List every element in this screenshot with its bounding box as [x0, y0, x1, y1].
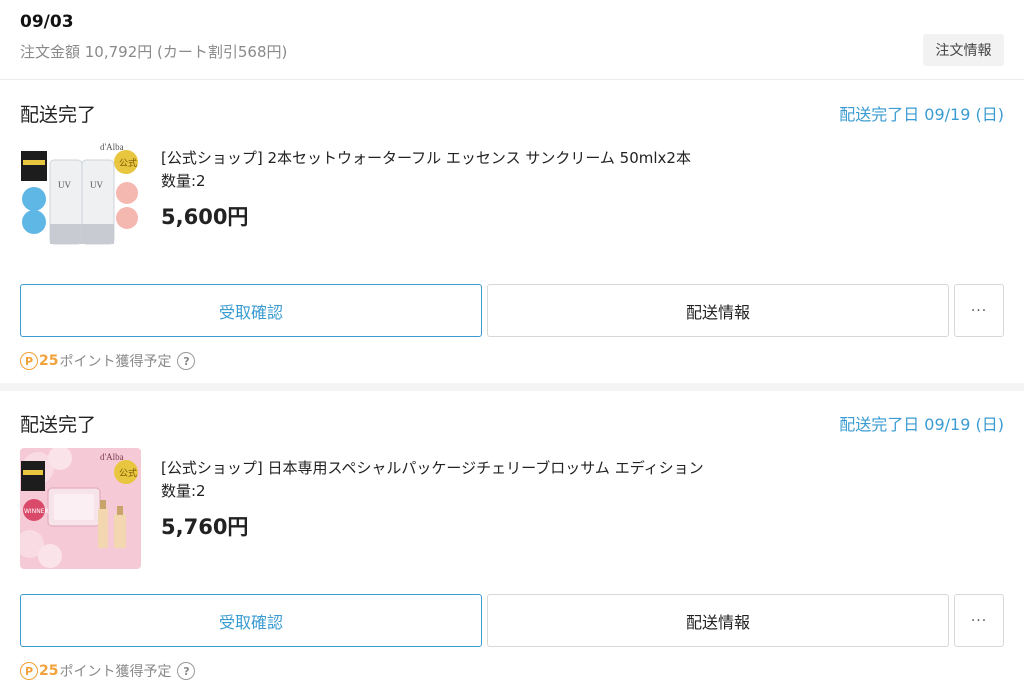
- more-options-button[interactable]: ···: [954, 594, 1004, 647]
- points-value: 25: [39, 353, 59, 369]
- product-quantity: 数量:2: [161, 172, 206, 190]
- points-info: P 25 ポイント獲得予定 ?: [20, 661, 196, 681]
- order-item: 配送完了 配送完了日 09/19 (日) d'Alba 公式 WINNER [公…: [0, 391, 1024, 691]
- more-options-button[interactable]: ···: [954, 284, 1004, 337]
- shipping-info-button[interactable]: 配送情報: [487, 594, 949, 647]
- help-icon[interactable]: ?: [177, 352, 196, 370]
- shipping-info-button[interactable]: 配送情報: [487, 284, 949, 337]
- points-info: P 25 ポイント獲得予定 ?: [20, 351, 196, 371]
- product-image[interactable]: d'Alba UV UV 公式: [20, 138, 141, 259]
- product-name[interactable]: [公式ショップ] 日本専用スペシャルパッケージチェリーブロッサム エディション: [161, 457, 704, 478]
- product-price: 5,760円: [161, 515, 249, 539]
- svg-text:UV: UV: [58, 180, 71, 190]
- product-image[interactable]: d'Alba 公式 WINNER: [20, 448, 141, 569]
- ellipsis-icon: ···: [970, 612, 988, 629]
- points-text: ポイント獲得予定: [59, 354, 172, 370]
- svg-text:d'Alba: d'Alba: [100, 452, 124, 462]
- points-icon: P: [20, 352, 38, 370]
- delivery-date: 配送完了日 09/19 (日): [839, 415, 1004, 434]
- order-header: 09/03 注文金額 10,792円 (カート割引568円) 注文情報: [0, 0, 1024, 80]
- delivery-date: 配送完了日 09/19 (日): [839, 105, 1004, 124]
- points-text: ポイント獲得予定: [59, 664, 172, 680]
- help-icon[interactable]: ?: [177, 662, 196, 680]
- points-icon: P: [20, 662, 38, 680]
- delivery-status: 配送完了: [20, 414, 97, 436]
- order-total: 注文金額 10,792円 (カート割引568円): [20, 43, 288, 61]
- points-value: 25: [39, 663, 59, 679]
- order-item: 配送完了 配送完了日 09/19 (日) d'Alba UV UV 公式 [公式…: [0, 81, 1024, 391]
- product-price: 5,600円: [161, 205, 249, 229]
- product-name[interactable]: [公式ショップ] 2本セットウォーターフル エッセンス サンクリーム 50mlx…: [161, 147, 691, 168]
- svg-text:公式: 公式: [119, 157, 137, 169]
- ellipsis-icon: ···: [970, 302, 988, 319]
- confirm-receipt-button[interactable]: 受取確認: [20, 284, 482, 337]
- order-date: 09/03: [20, 12, 74, 32]
- svg-text:公式: 公式: [119, 467, 137, 479]
- delivery-status: 配送完了: [20, 104, 97, 126]
- product-quantity: 数量:2: [161, 482, 206, 500]
- svg-text:WINNER: WINNER: [24, 508, 49, 515]
- thumb-brand-text: d'Alba: [100, 142, 124, 152]
- svg-text:UV: UV: [90, 180, 103, 190]
- order-info-button[interactable]: 注文情報: [923, 34, 1004, 66]
- confirm-receipt-button[interactable]: 受取確認: [20, 594, 482, 647]
